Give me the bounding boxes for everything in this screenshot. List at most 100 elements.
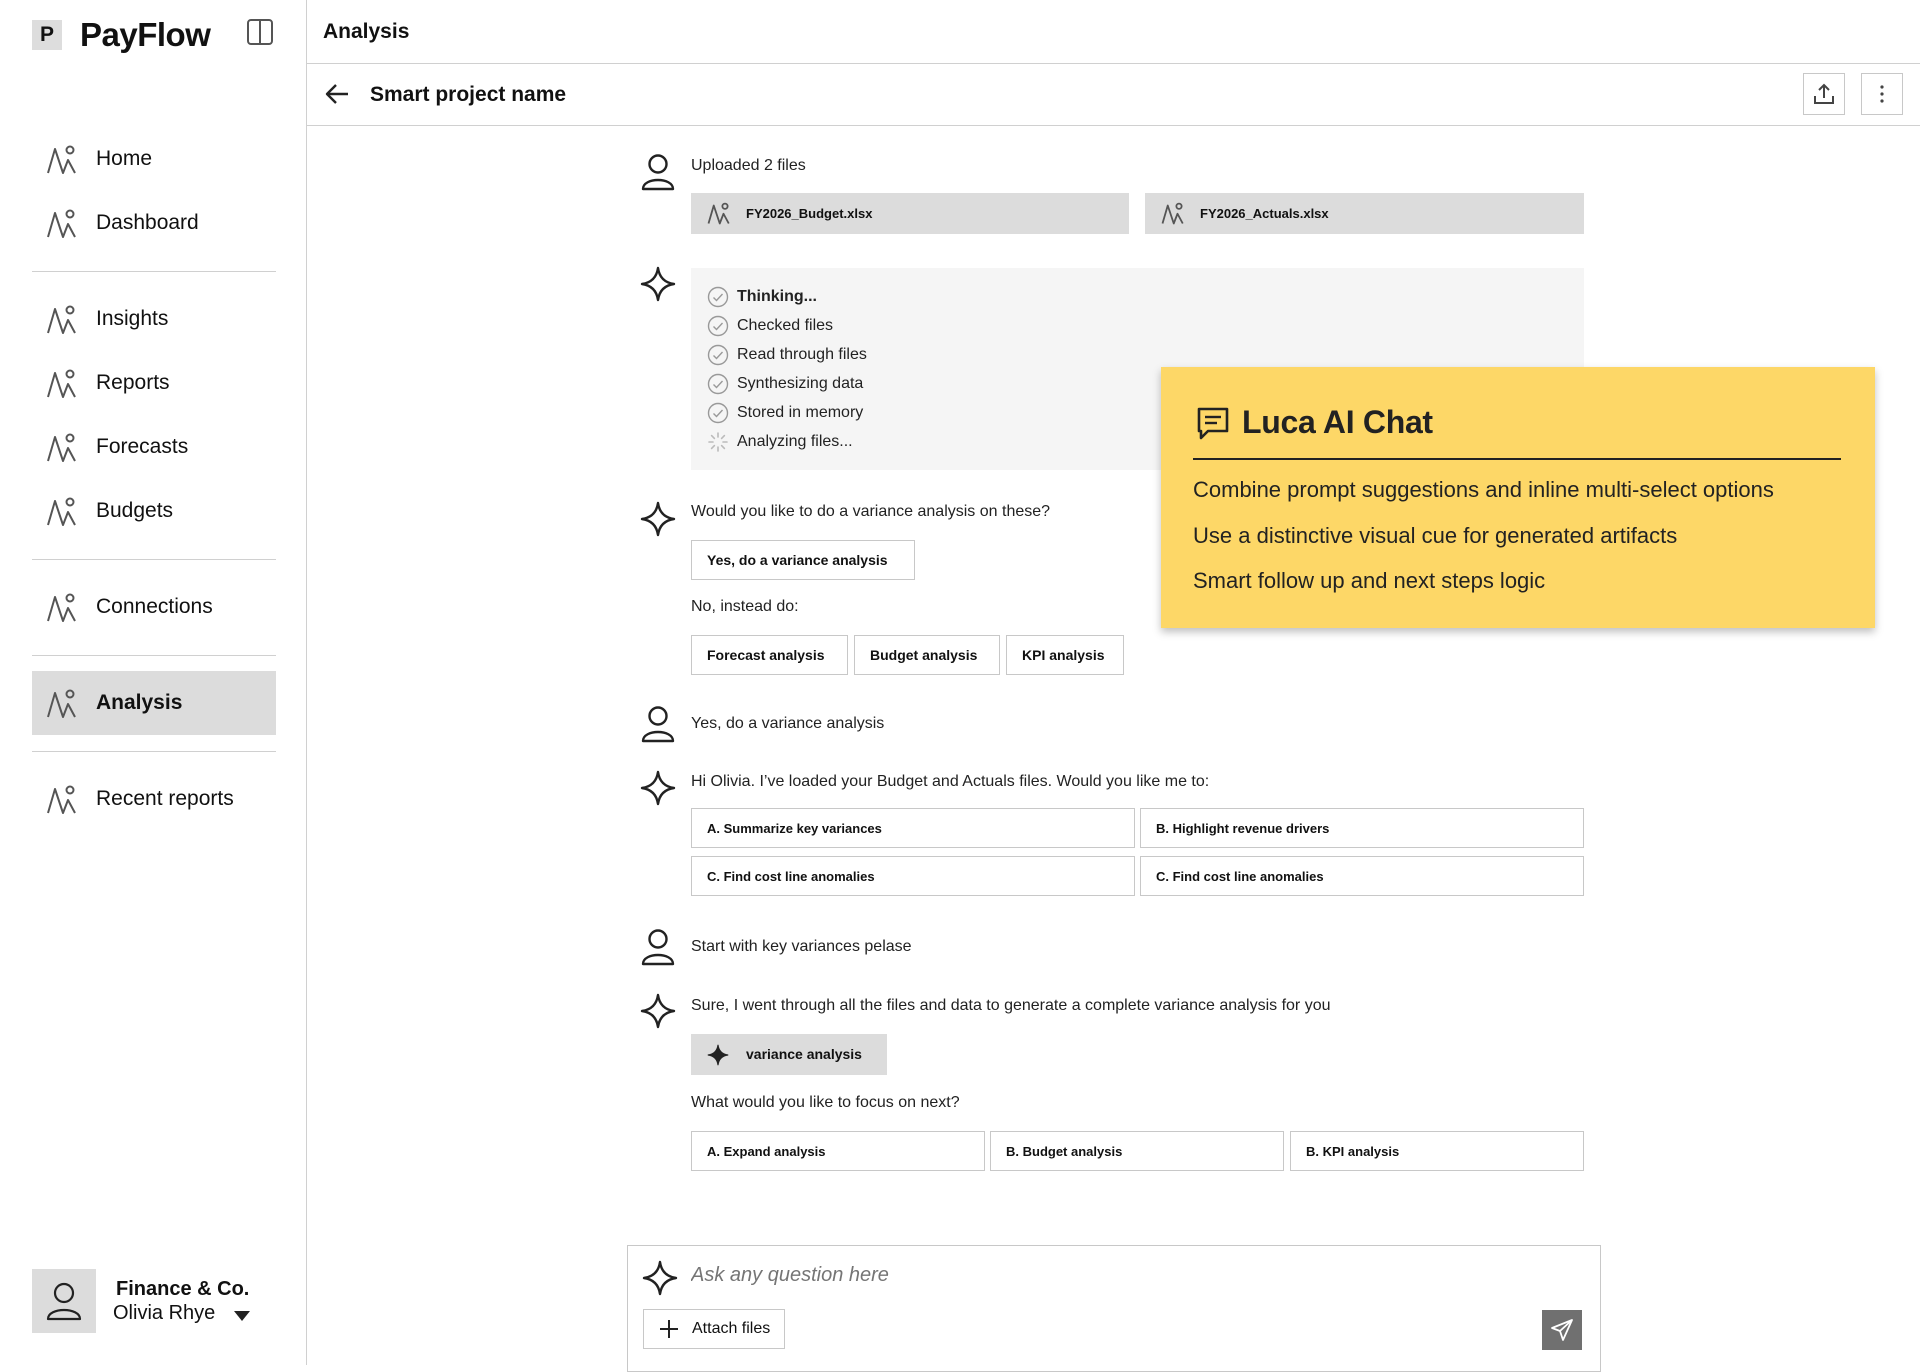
file-attachment[interactable]: FY2026_Budget.xlsx [691,193,1129,234]
sidebar-item-home[interactable]: Home [32,127,276,191]
sidebar-item-label: Analysis [96,691,183,714]
more-options-button[interactable] [1861,73,1903,115]
chart-mountain-icon [46,591,78,623]
sparkle-icon [640,501,676,537]
suggestion-button[interactable]: Budget analysis [854,635,1000,675]
sidebar-item-label: Reports [96,371,170,394]
thinking-step: Analyzing files... [707,431,853,453]
sidebar: P PayFlow Home Dashboard Insights Report… [0,0,307,1365]
sidebar-item-reports[interactable]: Reports [32,351,276,415]
generated-artifact[interactable]: variance analysis [691,1034,887,1075]
account-user: Olivia Rhye [113,1302,216,1324]
chart-mountain-icon [46,687,78,719]
sparkle-icon [640,770,676,806]
check-circle-icon [707,402,729,424]
upload-icon [1814,83,1834,104]
annotation-note: Luca AI Chat Combine prompt suggestions … [1161,367,1875,628]
user-icon [640,153,676,191]
attach-files-label: Attach files [692,1320,771,1337]
check-circle-icon [707,286,729,308]
top-bar: Analysis [307,0,1920,64]
sidebar-item-label: Connections [96,595,213,618]
back-arrow-icon[interactable] [323,80,351,108]
user-icon [640,705,676,743]
sidebar-item-dashboard[interactable]: Dashboard [32,191,276,255]
thinking-step-label: Thinking... [737,288,817,305]
chart-mountain-icon [46,207,78,239]
thinking-step: Thinking... [707,286,817,308]
option-button[interactable]: B. Highlight revenue drivers [1140,808,1584,848]
app-logo[interactable]: P PayFlow [32,16,211,54]
next-step-button[interactable]: B. Budget analysis [990,1131,1284,1171]
sidebar-item-connections[interactable]: Connections [32,575,276,639]
thinking-step-label: Synthesizing data [737,375,864,392]
ai-message: Sure, I went through all the files and d… [691,997,1331,1014]
sidebar-item-label: Insights [96,307,169,330]
chart-mountain-icon [46,367,78,399]
chart-mountain-icon [46,143,78,175]
ai-message: No, instead do: [691,598,799,615]
sidebar-item-label: Dashboard [96,211,199,234]
thinking-step: Synthesizing data [707,373,863,395]
user-icon [46,1282,82,1321]
next-step-button[interactable]: B. KPI analysis [1290,1131,1584,1171]
user-message: Start with key variances pelase [691,938,912,955]
sidebar-item-recent-reports[interactable]: Recent reports [32,767,276,831]
artifact-label: variance analysis [746,1046,862,1062]
chart-mountain-icon [46,495,78,527]
note-item: Combine prompt suggestions and inline mu… [1193,477,1774,502]
chart-mountain-icon [707,201,731,225]
sidebar-item-analysis[interactable]: Analysis [32,671,276,735]
check-circle-icon [707,344,729,366]
thinking-step: Checked files [707,315,833,337]
sidebar-item-label: Budgets [96,499,174,522]
check-circle-icon [707,373,729,395]
thinking-step-label: Checked files [737,317,834,334]
sparkle-icon [640,266,676,302]
app-name: PayFlow [80,16,211,53]
nav-divider [32,751,276,752]
chart-mountain-icon [46,783,78,815]
suggestion-button[interactable]: Forecast analysis [691,635,848,675]
thinking-step-label: Read through files [737,346,867,363]
sidebar-toggle-icon[interactable] [246,18,274,46]
thinking-step-label: Analyzing files... [737,433,853,450]
suggestion-button[interactable]: Yes, do a variance analysis [691,540,915,580]
ai-message: Would you like to do a variance analysis… [691,503,1051,520]
thinking-step: Read through files [707,344,867,366]
option-button[interactable]: C. Find cost line anomalies [1140,856,1584,896]
note-item: Smart follow up and next steps logic [1193,568,1546,593]
next-step-button[interactable]: A. Expand analysis [691,1131,985,1171]
sidebar-item-insights[interactable]: Insights [32,287,276,351]
caret-down-icon[interactable] [234,1311,250,1321]
account-switcher[interactable]: Finance & Co. Olivia Rhye [32,1269,282,1333]
suggestion-button[interactable]: KPI analysis [1006,635,1124,675]
sparkle-icon [707,1044,729,1066]
send-button[interactable] [1542,1310,1582,1350]
export-button[interactable] [1803,73,1845,115]
chat-input[interactable] [691,1264,1491,1287]
chat-composer: Attach files [627,1245,1601,1372]
chat-bubble-icon [1195,405,1231,441]
ai-message: What would you like to focus on next? [691,1094,960,1111]
sparkle-icon [640,993,676,1029]
thinking-step: Stored in memory [707,402,863,424]
sidebar-item-budgets[interactable]: Budgets [32,479,276,543]
plus-icon [660,1320,678,1338]
page-title: Analysis [323,20,410,43]
chart-mountain-icon [1161,201,1185,225]
file-attachment[interactable]: FY2026_Actuals.xlsx [1145,193,1584,234]
thinking-step-label: Stored in memory [737,404,864,421]
sparkle-icon [642,1260,678,1296]
option-button[interactable]: C. Find cost line anomalies [691,856,1135,896]
option-button[interactable]: A. Summarize key variances [691,808,1135,848]
user-message: Yes, do a variance analysis [691,715,885,732]
avatar [32,1269,96,1333]
sidebar-item-label: Forecasts [96,435,189,458]
project-name: Smart project name [370,83,567,106]
logo-mark: P [32,20,62,50]
sidebar-item-label: Home [96,147,153,170]
chart-mountain-icon [46,431,78,463]
attach-files-button[interactable]: Attach files [643,1309,786,1349]
sidebar-item-forecasts[interactable]: Forecasts [32,415,276,479]
